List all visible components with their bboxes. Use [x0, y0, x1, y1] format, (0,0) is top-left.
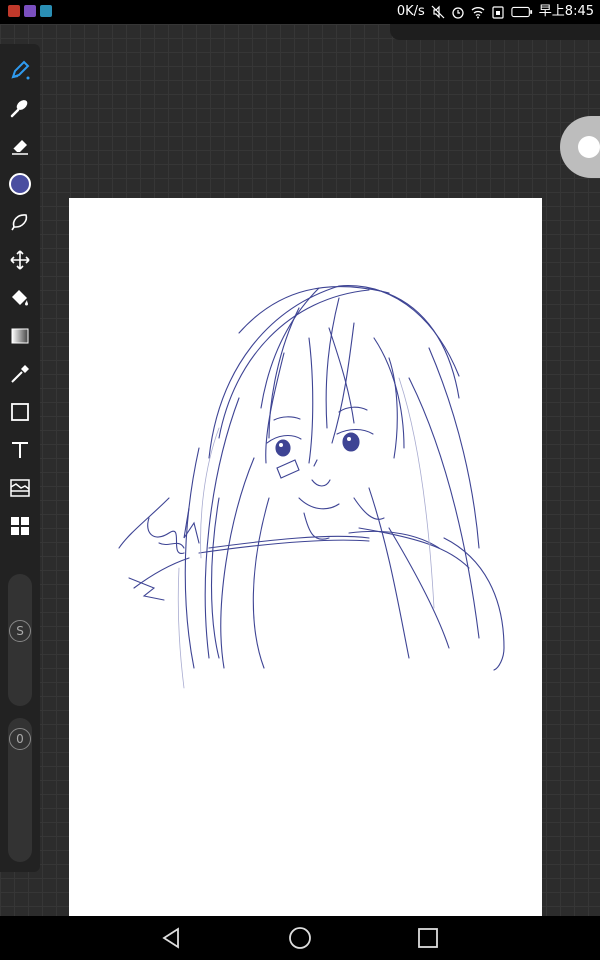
left-toolbar: S 0	[0, 44, 40, 872]
rectangle-icon	[11, 403, 29, 421]
grid-icon	[11, 517, 29, 535]
alarm-icon	[452, 7, 464, 19]
rectangle-tool[interactable]	[6, 398, 34, 426]
drawing-canvas[interactable]	[69, 198, 542, 916]
gradient-icon	[11, 328, 29, 344]
brush-size-slider[interactable]: S	[8, 574, 32, 706]
app-notification-icon-red	[8, 5, 20, 17]
grid-tool[interactable]	[6, 512, 34, 540]
eraser-icon	[12, 140, 28, 155]
smudge-icon	[10, 100, 28, 118]
brush-size-knob[interactable]: S	[9, 620, 31, 642]
opacity-slider[interactable]: 0	[8, 718, 32, 862]
navigation-bar	[0, 916, 600, 960]
opacity-knob[interactable]: 0	[9, 728, 31, 750]
battery-icon	[511, 6, 532, 18]
notification-icons	[8, 5, 52, 17]
color-swatch	[9, 173, 31, 195]
lasso-icon	[11, 214, 28, 231]
move-tool[interactable]	[6, 246, 34, 274]
sim-icon	[492, 6, 504, 19]
eraser-tool[interactable]	[6, 132, 34, 160]
mute-icon	[431, 5, 445, 19]
fill-tool[interactable]	[6, 284, 34, 312]
back-button[interactable]	[160, 926, 184, 950]
eyedropper-tool[interactable]	[6, 360, 34, 388]
top-toolbar-tab[interactable]	[390, 24, 600, 40]
app-notification-icon-teal	[40, 5, 52, 17]
wifi-icon	[471, 7, 485, 19]
smudge-tool[interactable]	[6, 94, 34, 122]
app-notification-icon-purple	[24, 5, 36, 17]
recents-button[interactable]	[416, 926, 440, 950]
layer-tool[interactable]	[6, 474, 34, 502]
bucket-icon	[12, 290, 28, 306]
sketch-artwork	[118, 285, 505, 689]
pen-icon	[11, 60, 30, 80]
network-speed: 0K/s	[396, 4, 425, 19]
pen-tool[interactable]	[6, 56, 34, 84]
home-button[interactable]	[288, 926, 312, 950]
status-bar: 0K/s 早上8:45	[0, 0, 600, 24]
gradient-tool[interactable]	[6, 322, 34, 350]
text-tool[interactable]	[6, 436, 34, 464]
handle-dot	[578, 136, 600, 158]
lasso-tool[interactable]	[6, 208, 34, 236]
color-picker[interactable]	[6, 170, 34, 198]
layers-icon	[10, 479, 30, 497]
clock: 早上8:45	[538, 4, 594, 19]
eyedropper-icon	[11, 365, 29, 383]
text-icon	[12, 442, 28, 458]
move-icon	[10, 250, 30, 270]
